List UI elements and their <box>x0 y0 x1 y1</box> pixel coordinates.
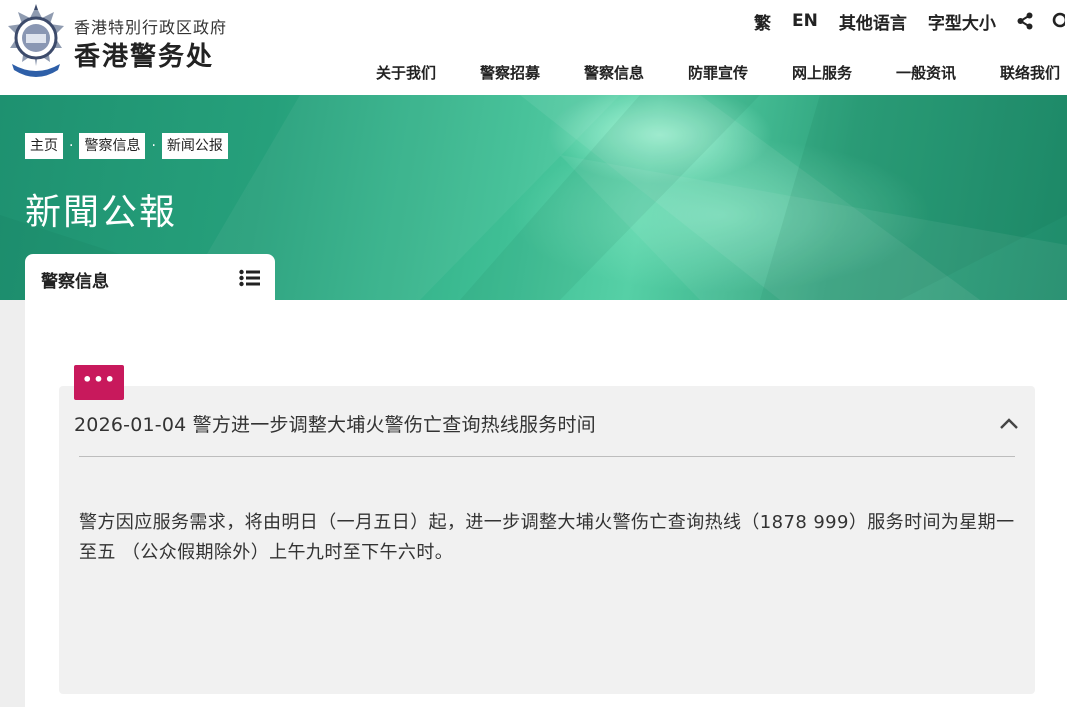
breadcrumb-separator: · <box>69 138 74 154</box>
breadcrumb-separator: · <box>151 138 156 154</box>
nav-police-info[interactable]: 警察信息 <box>584 62 688 84</box>
page-banner: 主页 · 警察信息 · 新闻公报 新聞公報 警察信息 <box>0 95 1067 300</box>
nav-contact-us[interactable]: 联络我们 <box>1000 62 1066 84</box>
more-options-button[interactable]: ••• <box>74 365 124 400</box>
search-icon[interactable] <box>1051 12 1065 30</box>
site-header: 香港特別行政区政府 香港警务处 繁 EN 其他语言 字型大小 关于我们 警察招募… <box>0 0 1067 95</box>
more-dots: ••• <box>82 369 116 389</box>
press-release-body: 警方因应服务需求，将由明日（一月五日）起，进一步调整大埔火警伤亡查询热线（187… <box>79 512 1015 563</box>
press-release-card: 2026-01-04 警方进一步调整大埔火警伤亡查询热线服务时间 警方因应服务需… <box>59 386 1035 694</box>
main-navigation: 关于我们 警察招募 警察信息 防罪宣传 网上服务 一般资讯 联络我们 <box>376 62 1066 84</box>
utility-bar: 繁 EN 其他语言 字型大小 <box>754 9 1065 34</box>
police-crest-logo[interactable] <box>4 4 68 82</box>
list-icon[interactable] <box>239 269 261 291</box>
other-languages-link[interactable]: 其他语言 <box>839 9 907 34</box>
breadcrumb-home[interactable]: 主页 <box>25 133 63 159</box>
side-menu-tab[interactable]: 警察信息 <box>25 254 275 300</box>
department-name[interactable]: 香港警务处 <box>74 36 214 73</box>
side-menu-label: 警察信息 <box>41 272 109 292</box>
nav-recruitment[interactable]: 警察招募 <box>480 62 584 84</box>
breadcrumb-police-info[interactable]: 警察信息 <box>79 133 146 159</box>
breadcrumb: 主页 · 警察信息 · 新闻公报 <box>25 133 228 159</box>
nav-general-info[interactable]: 一般资讯 <box>896 62 1000 84</box>
chevron-up-icon[interactable] <box>999 415 1019 434</box>
share-icon[interactable] <box>1017 12 1033 30</box>
government-name: 香港特別行政区政府 <box>74 18 228 37</box>
card-divider <box>79 456 1015 457</box>
left-gutter <box>0 300 25 707</box>
nav-online-services[interactable]: 网上服务 <box>792 62 896 84</box>
breadcrumb-press-releases[interactable]: 新闻公报 <box>161 133 228 159</box>
nav-crime-prevention[interactable]: 防罪宣传 <box>688 62 792 84</box>
font-size-link[interactable]: 字型大小 <box>928 9 996 34</box>
english-link[interactable]: EN <box>792 11 818 31</box>
traditional-chinese-link[interactable]: 繁 <box>754 9 771 34</box>
page-title: 新聞公報 <box>25 192 178 233</box>
press-release-title[interactable]: 2026-01-04 警方进一步调整大埔火警伤亡查询热线服务时间 <box>74 410 596 437</box>
nav-about-us[interactable]: 关于我们 <box>376 62 480 84</box>
